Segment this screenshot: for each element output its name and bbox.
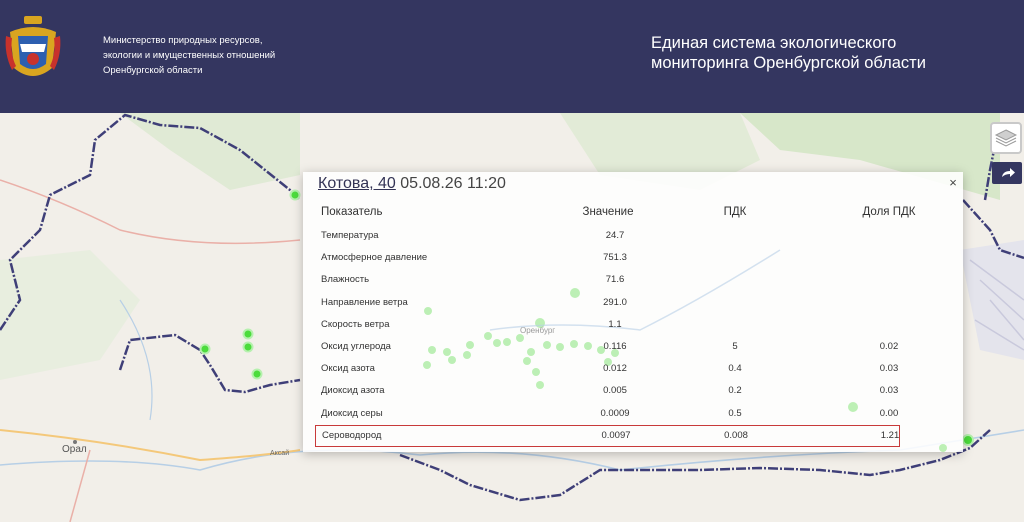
indicator-pdk: 0.2 [728, 385, 742, 397]
indicator-share: 0.03 [879, 385, 899, 397]
indicator-value: 71.6 [605, 274, 625, 286]
indicator-name: Направление ветра [321, 296, 408, 308]
ministry-line: Министерство природных ресурсов, [103, 35, 263, 46]
table-row: Оксид азота 0.012 0.4 0.03 [315, 358, 907, 380]
indicator-share: 0.00 [879, 407, 899, 419]
indicator-pdk: 0.008 [724, 429, 748, 441]
indicator-share: 0.03 [879, 363, 899, 375]
table-row-exceedance: Сероводород 0.0097 0.008 1.21 [315, 424, 900, 447]
indicator-value: 0.0097 [601, 429, 631, 441]
system-title-line: мониторинга Оренбургской области [651, 54, 926, 72]
station-marker[interactable] [199, 343, 211, 355]
indicator-share: 1.21 [880, 429, 900, 441]
indicator-name: Скорость ветра [321, 318, 390, 330]
table-row: Влажность 71.6 [315, 269, 907, 291]
station-marker[interactable] [251, 368, 263, 380]
popup-title: Котова, 40 05.08.26 11:20 [318, 175, 506, 193]
station-marker[interactable] [242, 341, 254, 353]
indicator-name: Оксид углерода [321, 340, 391, 352]
indicator-value: 751.3 [603, 252, 627, 264]
map-label-aksai: Аксай [270, 449, 289, 457]
indicator-name: Температура [321, 230, 379, 241]
indicator-pdk: 0.5 [728, 407, 742, 419]
share-button[interactable] [992, 162, 1022, 184]
indicator-value: 1.1 [608, 318, 622, 330]
map-label-oral: Орал [62, 444, 87, 455]
indicator-pdk: 0.4 [728, 363, 742, 375]
indicator-name: Атмосферное давление [321, 252, 428, 264]
system-title: Единая система экологического мониторинг… [651, 33, 971, 73]
indicator-value: 0.005 [603, 385, 627, 397]
ministry-line: Оренбургской области [103, 65, 203, 76]
station-marker[interactable] [289, 189, 301, 201]
site-header: Министерство природных ресурсов, экологи… [0, 0, 1024, 113]
indicator-value: 0.012 [603, 363, 627, 375]
indicator-name: Влажность [321, 274, 370, 286]
table-row: Оксид углерода 0.116 5 0.02 [315, 336, 907, 358]
indicator-value: 0.0009 [600, 407, 630, 419]
indicator-name: Диоксид серы [321, 407, 383, 419]
column-header-value: Значение [582, 206, 634, 218]
table-row: Атмосферное давление 751.3 [315, 247, 907, 269]
system-title-line: Единая система экологического [651, 34, 897, 52]
station-address-link[interactable]: Котова, 40 [318, 175, 396, 192]
measurements-table: Показатель Значение ПДК Доля ПДК Темпера… [315, 201, 915, 447]
indicator-name: Сероводород [322, 429, 382, 441]
ministry-name: Министерство природных ресурсов, экологи… [103, 33, 303, 78]
share-arrow-icon [1002, 168, 1015, 177]
column-header-share: Доля ПДК [862, 206, 916, 218]
layers-button[interactable] [990, 122, 1022, 154]
close-icon[interactable]: × [946, 176, 960, 190]
indicator-name: Диоксид азота [321, 385, 385, 397]
table-header-row: Показатель Значение ПДК Доля ПДК [315, 201, 915, 225]
table-row: Направление ветра 291.0 [315, 292, 907, 314]
coat-of-arms-icon[interactable] [4, 14, 62, 84]
station-marker[interactable] [242, 328, 254, 340]
indicator-share: 0.02 [879, 340, 899, 352]
table-row: Температура 24.7 [315, 225, 907, 247]
indicator-name: Оксид азота [321, 363, 375, 375]
ministry-line: экологии и имущественных отношений [103, 50, 276, 61]
column-header-pdk: ПДК [723, 206, 747, 218]
table-row: Скорость ветра 1.1 [315, 314, 907, 336]
table-row: Диоксид азота 0.005 0.2 0.03 [315, 380, 907, 402]
layers-icon [994, 129, 1018, 147]
measurement-datetime: 05.08.26 11:20 [400, 175, 506, 192]
table-row: Диоксид серы 0.0009 0.5 0.00 [315, 403, 907, 425]
station-marker[interactable] [962, 434, 974, 446]
indicator-value: 24.7 [605, 230, 625, 241]
indicator-value: 0.116 [603, 340, 627, 352]
station-popup: Оренбург Котова, 40 05.08.26 11:20 × Пок… [303, 172, 963, 452]
indicator-pdk: 5 [732, 340, 738, 352]
indicator-value: 291.0 [603, 296, 627, 308]
column-header-name: Показатель [321, 206, 383, 218]
